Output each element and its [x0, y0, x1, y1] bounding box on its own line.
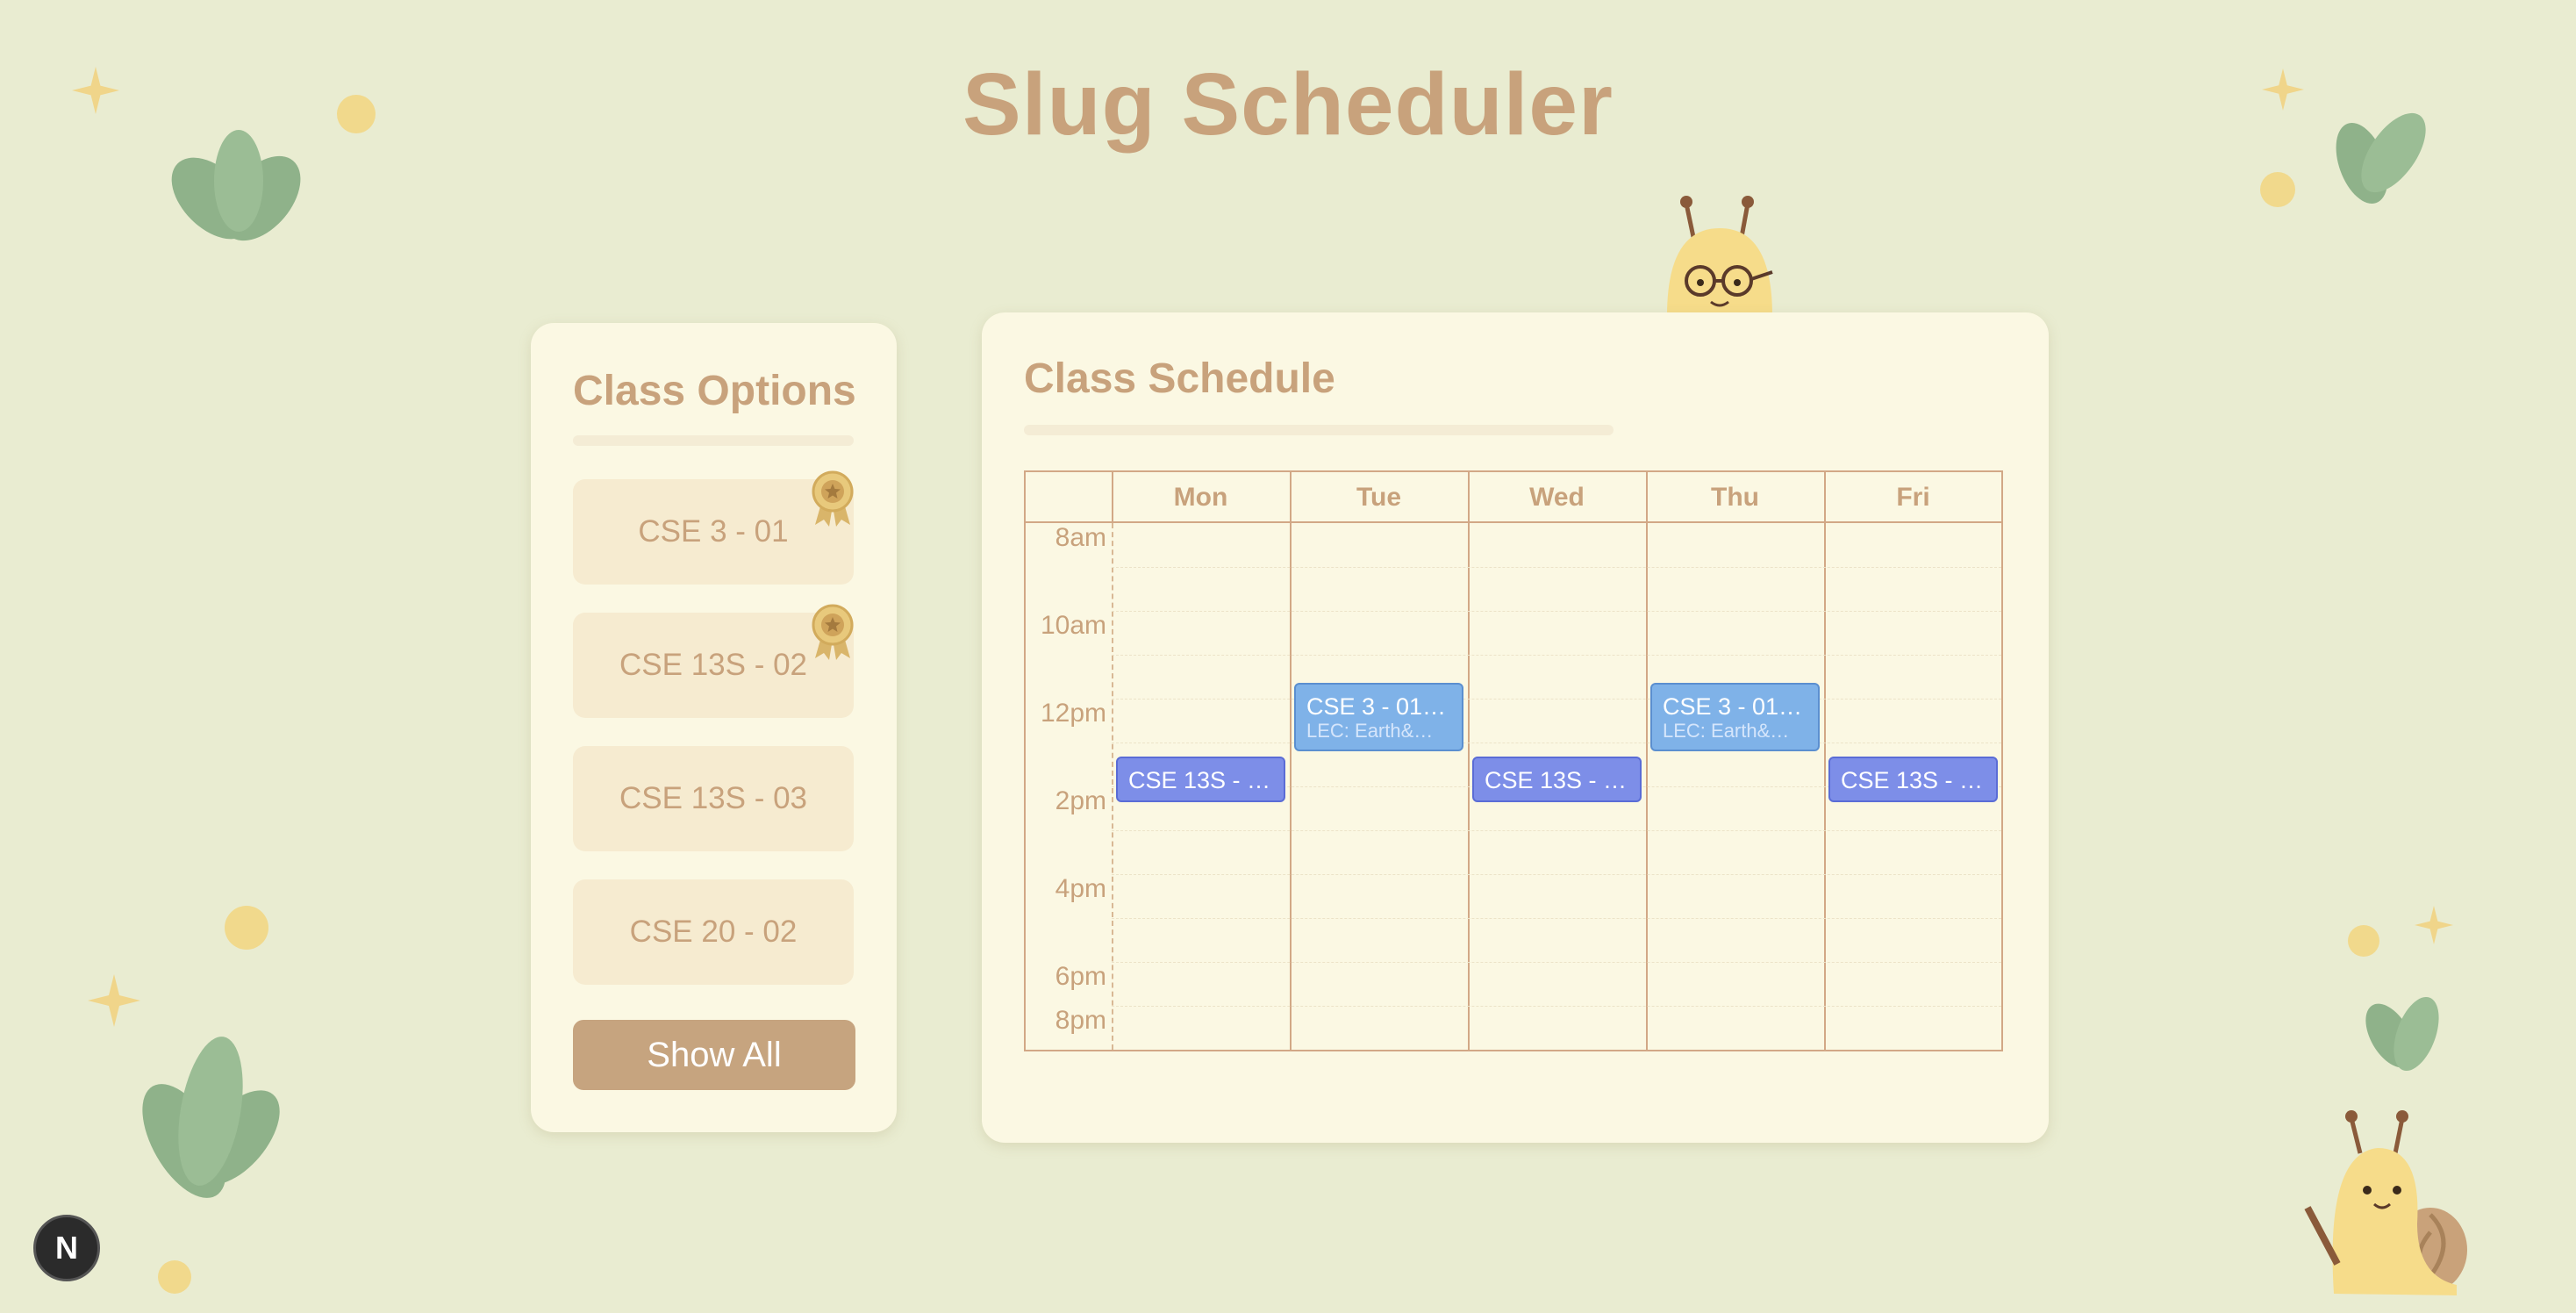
schedule-grid-header: Mon Tue Wed Thu Fri — [1026, 472, 2001, 523]
decor-dot — [2260, 172, 2295, 207]
schedule-event-cse13s-mon[interactable]: CSE 13S - … — [1116, 757, 1285, 802]
class-schedule-panel: Class Schedule Mon Tue Wed Thu Fri 8am 1… — [982, 312, 2049, 1143]
divider — [573, 435, 854, 446]
leaf-icon — [142, 1037, 280, 1198]
day-header-wed: Wed — [1529, 483, 1585, 512]
day-header-tue: Tue — [1356, 483, 1402, 512]
grid-line — [1112, 962, 2001, 963]
grid-line — [1112, 567, 2001, 568]
sparkle-icon — [88, 974, 140, 1027]
time-label: 8pm — [1055, 1006, 1106, 1035]
nextjs-dev-badge[interactable]: N — [33, 1215, 100, 1281]
class-option-cse20-02[interactable]: CSE 20 - 02 — [573, 879, 854, 985]
time-label: 2pm — [1055, 786, 1106, 815]
class-schedule-title: Class Schedule — [1024, 355, 1335, 402]
event-title: CSE 13S - … — [1485, 767, 1628, 793]
snail-mascot-icon — [1667, 196, 1773, 316]
decor-dot — [225, 906, 268, 950]
time-label: 10am — [1040, 611, 1106, 640]
grid-line — [1112, 472, 1113, 523]
schedule-event-cse3-tue[interactable]: CSE 3 - 01… LEC: Earth&… — [1294, 683, 1463, 751]
schedule-grid: Mon Tue Wed Thu Fri 8am 10am 12pm 2pm 4p… — [1024, 470, 2003, 1051]
grid-line — [1468, 472, 1470, 1050]
grid-line — [1112, 918, 2001, 919]
sparkle-icon — [2415, 906, 2453, 944]
sparkle-icon — [72, 67, 119, 114]
event-subtitle: LEC: Earth&… — [1306, 720, 1434, 742]
event-title: CSE 13S - … — [1128, 767, 1271, 793]
grid-line — [1112, 1006, 2001, 1007]
grid-line — [1112, 655, 2001, 656]
day-header-fri: Fri — [1896, 483, 1930, 512]
time-label: 6pm — [1055, 962, 1106, 991]
grid-line — [1112, 699, 2001, 700]
schedule-event-cse13s-fri[interactable]: CSE 13S - … — [1828, 757, 1998, 802]
day-header-mon: Mon — [1173, 483, 1228, 512]
class-option-cse3-01[interactable]: CSE 3 - 01 — [573, 470, 854, 585]
class-option-label: CSE 3 - 01 — [638, 514, 789, 549]
time-label: 8am — [1055, 523, 1106, 552]
decor-dot — [158, 1260, 191, 1294]
class-options-title: Class Options — [573, 368, 856, 414]
sparkle-icon — [2262, 68, 2304, 111]
grid-line — [1112, 874, 2001, 875]
award-ribbon-icon — [812, 470, 854, 527]
class-option-cse13s-02[interactable]: CSE 13S - 02 — [573, 604, 854, 718]
app-title: Slug Scheduler — [962, 55, 1614, 154]
class-option-label: CSE 13S - 02 — [619, 648, 807, 682]
class-option-cse13s-03[interactable]: CSE 13S - 03 — [573, 746, 854, 851]
schedule-event-cse13s-wed[interactable]: CSE 13S - … — [1472, 757, 1642, 802]
leaf-icon — [171, 130, 301, 241]
event-title: CSE 13S - … — [1841, 767, 1984, 793]
event-title: CSE 3 - 01… — [1306, 693, 1447, 720]
class-option-label: CSE 13S - 03 — [619, 781, 807, 815]
grid-line — [1646, 472, 1648, 1050]
class-options-panel: Class Options CSE 3 - 01 CSE 13S - 02 CS… — [531, 323, 897, 1132]
decor-dot — [2348, 925, 2379, 957]
schedule-event-cse3-thu[interactable]: CSE 3 - 01… LEC: Earth&… — [1650, 683, 1820, 751]
award-ribbon-icon — [812, 604, 854, 660]
show-all-button[interactable]: Show All — [573, 1020, 855, 1090]
class-option-label: CSE 20 - 02 — [629, 915, 798, 949]
grid-line — [1824, 472, 1826, 1050]
day-header-thu: Thu — [1711, 483, 1759, 512]
leaf-icon — [2336, 112, 2426, 204]
snail-mascot-icon — [2304, 1110, 2467, 1295]
divider — [1024, 425, 1614, 435]
decor-dot — [337, 95, 376, 133]
grid-line — [1290, 472, 1292, 1050]
leaf-icon — [2365, 996, 2439, 1072]
time-label: 12pm — [1040, 699, 1106, 728]
event-subtitle: LEC: Earth&… — [1663, 720, 1790, 742]
event-title: CSE 3 - 01… — [1663, 693, 1803, 720]
grid-line — [1112, 830, 2001, 831]
grid-line — [1112, 611, 2001, 612]
time-label: 4pm — [1055, 874, 1106, 903]
